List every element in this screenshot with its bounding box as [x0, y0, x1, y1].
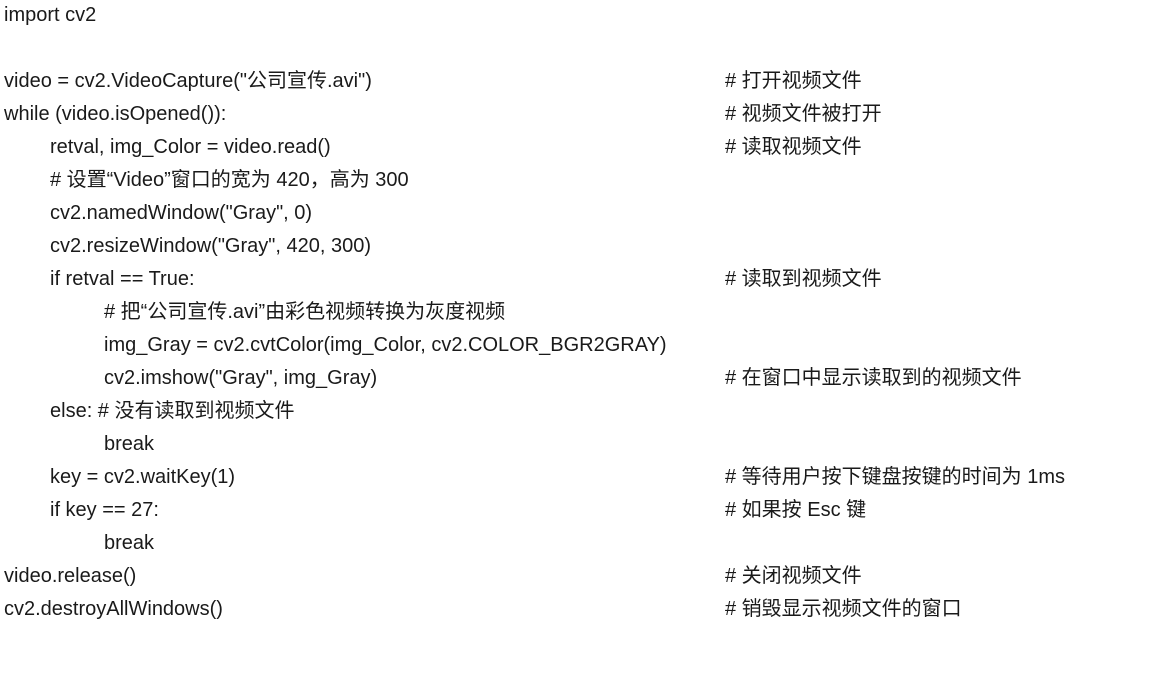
code-comment: # 读取到视频文件	[725, 268, 882, 290]
code-line: video = cv2.VideoCapture("公司宣传.avi") # 打…	[4, 68, 862, 94]
code-comment: # 销毁显示视频文件的窗口	[725, 598, 962, 620]
code-comment: # 在窗口中显示读取到的视频文件	[725, 367, 1022, 389]
code-line: # 设置“Video”窗口的宽为 420，高为 300	[4, 167, 409, 193]
code-line: key = cv2.waitKey(1) # 等待用户按下键盘按键的时间为 1m…	[4, 464, 1065, 490]
code-text: break	[104, 532, 155, 554]
code-text: retval, img_Color = video.read()	[50, 136, 331, 158]
code-text: cv2.imshow("Gray", img_Gray)	[104, 367, 378, 389]
code-comment: # 视频文件被打开	[725, 103, 882, 125]
code-text: cv2.namedWindow("Gray", 0)	[50, 202, 313, 224]
code-line: while (video.isOpened()): # 视频文件被打开	[4, 101, 882, 127]
code-line: break	[4, 431, 154, 457]
code-text: video = cv2.VideoCapture("公司宣传.avi")	[4, 70, 372, 92]
code-text: # 把“公司宣传.avi”由彩色视频转换为灰度视频	[104, 301, 506, 323]
code-text: while (video.isOpened()):	[4, 103, 227, 125]
code-text: break	[104, 433, 155, 455]
code-text: video.release()	[4, 565, 137, 587]
code-line: import cv2	[4, 2, 96, 28]
code-text: cv2.resizeWindow("Gray", 420, 300)	[50, 235, 371, 257]
code-line: cv2.resizeWindow("Gray", 420, 300)	[4, 233, 371, 259]
code-text: if retval == True:	[50, 268, 195, 290]
code-comment: # 打开视频文件	[725, 70, 862, 92]
code-line: if key == 27: # 如果按 Esc 键	[4, 497, 866, 523]
code-text: img_Gray = cv2.cvtColor(img_Color, cv2.C…	[104, 334, 667, 356]
code-line: cv2.destroyAllWindows() # 销毁显示视频文件的窗口	[4, 596, 962, 622]
code-line: video.release() # 关闭视频文件	[4, 563, 862, 589]
code-text: cv2.destroyAllWindows()	[4, 598, 223, 620]
code-line: else: # 没有读取到视频文件	[4, 398, 294, 424]
code-line: cv2.namedWindow("Gray", 0)	[4, 200, 312, 226]
code-line: # 把“公司宣传.avi”由彩色视频转换为灰度视频	[4, 299, 505, 325]
code-line: img_Gray = cv2.cvtColor(img_Color, cv2.C…	[4, 332, 667, 358]
code-comment: # 等待用户按下键盘按键的时间为 1ms	[725, 466, 1066, 488]
code-line: retval, img_Color = video.read() # 读取视频文…	[4, 134, 862, 160]
code-comment: # 读取视频文件	[725, 136, 862, 158]
code-line: break	[4, 530, 154, 556]
code-text: if key == 27:	[50, 499, 159, 521]
code-text: else: # 没有读取到视频文件	[50, 400, 295, 422]
code-listing: import cv2 video = cv2.VideoCapture("公司宣…	[0, 0, 1158, 637]
code-text: key = cv2.waitKey(1)	[50, 466, 236, 488]
code-comment: # 关闭视频文件	[725, 565, 862, 587]
code-line: cv2.imshow("Gray", img_Gray) # 在窗口中显示读取到…	[4, 365, 1022, 391]
code-text: import cv2	[4, 4, 97, 26]
code-comment: # 如果按 Esc 键	[725, 499, 867, 521]
code-line: if retval == True: # 读取到视频文件	[4, 266, 882, 292]
code-text: # 设置“Video”窗口的宽为 420，高为 300	[50, 169, 409, 191]
